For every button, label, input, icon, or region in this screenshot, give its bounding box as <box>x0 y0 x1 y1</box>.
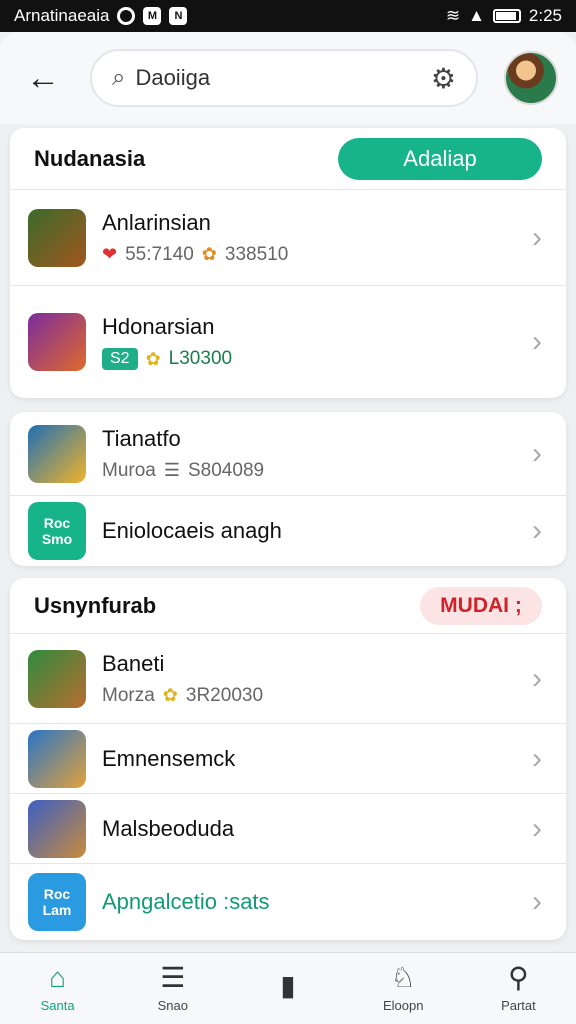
chevron-right-icon: › <box>532 436 542 470</box>
section-title: Usnynfurab <box>34 592 157 618</box>
chevron-right-icon: › <box>532 741 542 775</box>
list-icon: ☰ <box>160 962 186 993</box>
nav-item-list[interactable]: ☰ Snao <box>115 953 230 1024</box>
clock: 2:25 <box>528 6 562 25</box>
app-icon: Roc Smo <box>28 502 86 560</box>
heart-icon: ❤ <box>102 244 118 264</box>
home-icon: ⌂ <box>49 962 67 993</box>
app-meta: ❤ 55:7140 ✿ 338510 <box>102 243 289 265</box>
message-icon: N <box>169 7 188 25</box>
nav-item-profile[interactable]: ⚲ Partat <box>461 953 576 1024</box>
app-icon <box>28 729 86 788</box>
avatar[interactable] <box>504 51 558 105</box>
record-icon <box>117 7 136 25</box>
app-name: Anlarinsian <box>102 209 211 235</box>
app-name: Tianatfo <box>102 425 181 451</box>
bookmark-icon: ♘ <box>390 962 416 993</box>
mail-icon: M <box>143 7 162 25</box>
chevron-right-icon: › <box>532 325 542 358</box>
medal-icon: ✿ <box>201 244 217 264</box>
app-icon: Roc Lam <box>28 873 86 931</box>
list-icon: ☰ <box>163 460 180 480</box>
chevron-right-icon: › <box>532 811 542 845</box>
bottom-nav: ⌂ Santa ☰ Snao ▮ ♘ Eloopn ⚲ Partat <box>0 952 576 1024</box>
chevron-right-icon: › <box>532 885 542 918</box>
app-meta: S2 ✿ L30300 <box>102 348 232 370</box>
list-item[interactable]: Baneti Morza ✿ 3R20030 › <box>10 634 566 724</box>
app-icon <box>28 424 86 483</box>
list-item[interactable]: Emnensemck › <box>10 724 566 794</box>
app-name: Eniolocaeis anagh <box>102 518 282 543</box>
nav-item-library[interactable]: ▮ <box>230 953 345 1024</box>
app-name: Baneti <box>102 650 165 676</box>
list-item[interactable]: Anlarinsian ❤ 55:7140 ✿ 338510 › <box>10 190 566 286</box>
list-item[interactable]: Hdonarsian S2 ✿ L30300 › <box>10 286 566 398</box>
app-name: Emnensemck <box>102 745 236 771</box>
book-icon: ▮ <box>280 969 296 1001</box>
medal-icon: ✿ <box>145 348 161 369</box>
list-item[interactable]: Roc Smo Eniolocaeis anagh › <box>10 496 566 566</box>
section-action-button[interactable]: Adaliap <box>338 137 542 180</box>
section-card-2: Tianatfo Muroa ☰ S804089 › Roc Smo Eniol… <box>10 412 566 566</box>
header: ← ⌕ ⚙ <box>0 32 576 124</box>
nav-item-bookmark[interactable]: ♘ Eloopn <box>346 953 461 1024</box>
section-card-3: Usnynfurab MUDAI ; Baneti Morza ✿ 3R2003… <box>10 578 566 940</box>
chevron-right-icon: › <box>532 661 542 695</box>
arrow-left-icon: ← <box>26 58 60 97</box>
section-card-1: Nudanasia Adaliap Anlarinsian ❤ 55:7140 … <box>10 128 566 398</box>
app-name: Malsbeoduda <box>102 815 235 841</box>
app-meta: Morza ✿ 3R20030 <box>102 684 264 706</box>
app-icon <box>28 799 86 858</box>
chevron-right-icon: › <box>532 514 542 547</box>
list-item[interactable]: Roc Lam Apngalcetio :sats › <box>10 864 566 940</box>
list-item[interactable]: Tianatfo Muroa ☰ S804089 › <box>10 412 566 496</box>
app-icon <box>28 649 86 708</box>
section-title: Nudanasia <box>34 145 146 171</box>
list-item[interactable]: Malsbeoduda › <box>10 794 566 864</box>
app-meta: Muroa ☰ S804089 <box>102 459 265 481</box>
search-icon: ⌕ <box>112 64 126 91</box>
profile-icon: ⚲ <box>508 962 529 993</box>
signal-icon: ▲ <box>468 6 485 25</box>
section-header: Usnynfurab MUDAI ; <box>10 578 566 634</box>
search-input[interactable] <box>135 65 431 91</box>
wifi-icon: ≋ <box>445 6 461 25</box>
chevron-right-icon: › <box>532 220 542 254</box>
medal-icon: ✿ <box>162 685 178 705</box>
back-button[interactable]: ← <box>18 53 68 103</box>
section-header: Nudanasia Adaliap <box>10 128 566 190</box>
search-bar[interactable]: ⌕ ⚙ <box>90 49 478 107</box>
app-icon <box>28 208 86 267</box>
app-name: Apngalcetio :sats <box>102 889 270 914</box>
settings-icon[interactable]: ⚙ <box>431 62 456 95</box>
nav-item-home[interactable]: ⌂ Santa <box>0 953 115 1024</box>
carrier-label: Arnatinaeaia <box>14 6 110 25</box>
app-icon <box>28 313 86 371</box>
battery-icon <box>492 9 521 23</box>
status-bar: Arnatinaeaia M N ≋ ▲ 2:25 <box>0 0 576 32</box>
app-name: Hdonarsian <box>102 314 215 339</box>
section-badge[interactable]: MUDAI ; <box>420 586 542 625</box>
